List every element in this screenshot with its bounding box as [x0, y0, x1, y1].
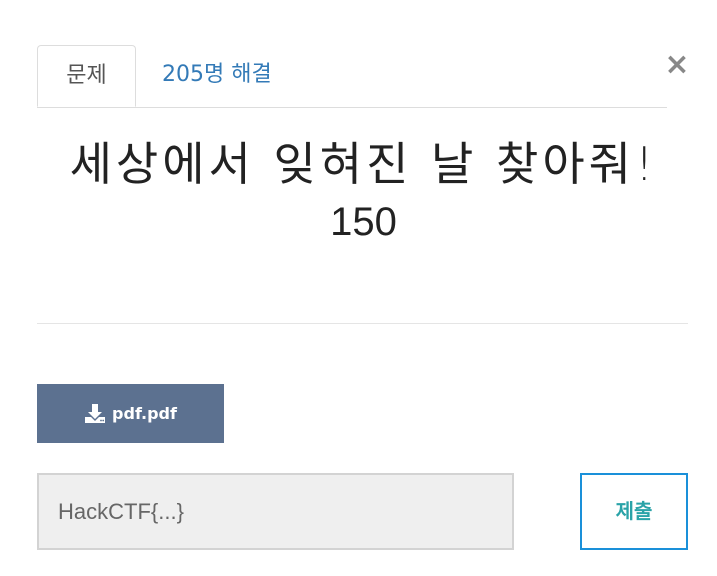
- download-file-button[interactable]: pdf.pdf: [37, 384, 224, 443]
- challenge-title: 세상에서 잊혀진 날 찾아줘!: [69, 137, 658, 191]
- download-icon: [85, 403, 106, 423]
- tab-solves[interactable]: 205명 해결: [162, 45, 272, 106]
- divider: [37, 323, 688, 324]
- submit-button[interactable]: 제출: [580, 473, 688, 550]
- challenge-modal: × 문제 205명 해결 세상에서 잊혀진 날 찾아줘! 150 pdf.pdf…: [0, 0, 717, 576]
- challenge-tabs: 문제 205명 해결: [37, 45, 667, 108]
- flag-input[interactable]: [37, 473, 514, 550]
- tab-problem[interactable]: 문제: [37, 45, 136, 107]
- challenge-points: 150: [330, 200, 397, 244]
- download-file-label: pdf.pdf: [112, 404, 177, 423]
